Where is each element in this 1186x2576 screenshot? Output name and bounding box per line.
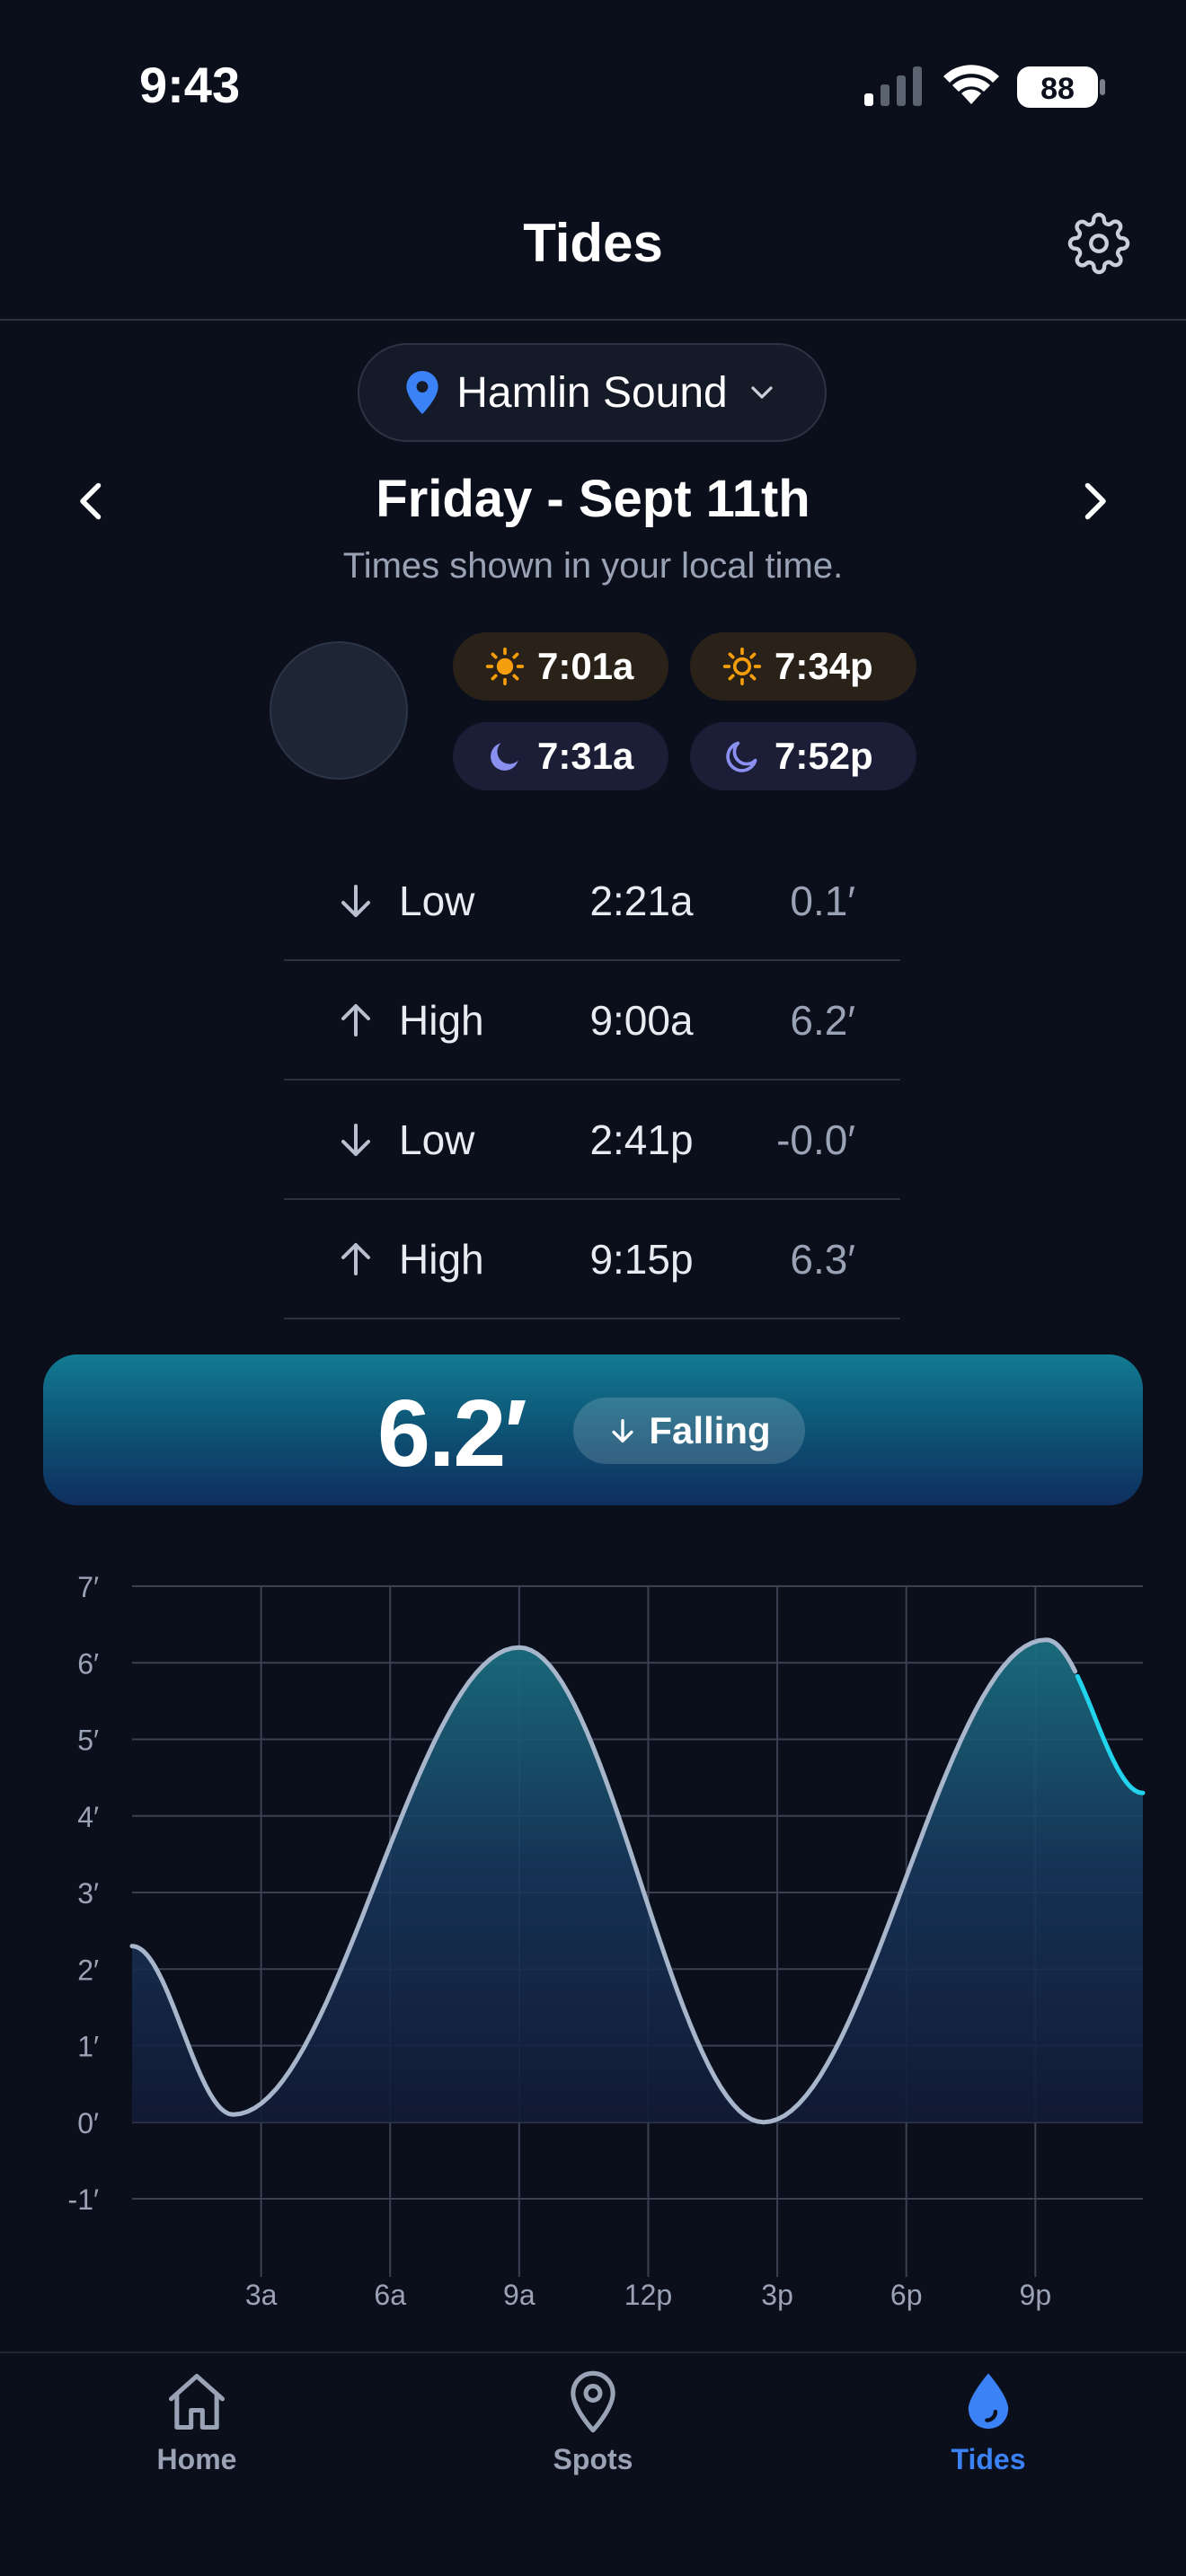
- y-tick-label: 5′: [77, 1725, 99, 1757]
- gear-icon[interactable]: [1067, 212, 1130, 275]
- tide-time: 2:41p: [589, 1116, 694, 1163]
- x-tick-label: 12p: [624, 2279, 672, 2311]
- status-icons: 88: [864, 65, 1105, 108]
- next-day-button[interactable]: [1067, 474, 1121, 528]
- map-pin-icon: [571, 2370, 615, 2433]
- tab-label: Tides: [951, 2443, 1026, 2475]
- sunset-time: 7:34p: [774, 645, 873, 687]
- chevron-down-icon: [751, 386, 773, 399]
- tide-type: Low: [399, 1116, 475, 1163]
- y-tick-label: 0′: [77, 2107, 99, 2139]
- tide-height: 0.1′: [790, 878, 855, 924]
- tide-time: 2:21a: [589, 878, 694, 924]
- y-tick-label: 3′: [77, 1877, 99, 1910]
- x-tick-label: 6p: [890, 2279, 923, 2311]
- tab-home[interactable]: Home: [89, 2368, 305, 2484]
- moonset-chip: 7:52p: [690, 722, 916, 790]
- tide-type: High: [399, 997, 484, 1044]
- tab-label: Spots: [553, 2443, 633, 2475]
- tide-trend-label: Falling: [649, 1409, 771, 1451]
- y-tick-label: -1′: [68, 2183, 99, 2216]
- tide-time: 9:15p: [589, 1236, 694, 1283]
- moonset-icon: [726, 741, 757, 772]
- tab-spots[interactable]: Spots: [485, 2368, 701, 2484]
- battery-icon: 88: [1017, 66, 1105, 108]
- tide-height: -0.0′: [776, 1116, 855, 1163]
- tide-height: 6.3′: [790, 1236, 855, 1283]
- moonset-time: 7:52p: [774, 735, 873, 777]
- x-tick-label: 9p: [1020, 2279, 1052, 2311]
- status-time: 9:43: [139, 57, 241, 113]
- sunset-chip: 7:34p: [690, 632, 916, 701]
- location-name: Hamlin Sound: [456, 368, 728, 417]
- y-tick-label: 4′: [77, 1801, 99, 1833]
- x-tick-label: 3a: [245, 2279, 278, 2311]
- tide-trend-badge: Falling: [573, 1398, 805, 1464]
- tab-tides[interactable]: Tides: [881, 2368, 1096, 2484]
- tide-type: Low: [399, 878, 475, 924]
- wifi-icon: [943, 65, 999, 104]
- tab-bar-divider: [0, 2351, 1186, 2353]
- arrow-down-icon: [341, 885, 370, 917]
- tide-row: High 9:15p 6.3′: [284, 1201, 900, 1319]
- arrow-up-icon: [341, 1243, 370, 1275]
- moonrise-chip: 7:31a: [453, 722, 668, 790]
- y-tick-label: 1′: [77, 2031, 99, 2063]
- moonrise-icon: [491, 743, 518, 771]
- signal-icon: [864, 66, 922, 106]
- sunset-icon: [722, 647, 762, 686]
- tide-row: High 9:00a 6.2′: [284, 962, 900, 1081]
- battery-level: 88: [1040, 72, 1075, 106]
- tide-chart: 7′ 6′ 5′ 4′ 3′ 2′ 1′ 0′ -1′ 3a 6a 9a 12p 3p 6p 9p: [68, 1571, 1146, 2311]
- arrow-down-icon: [612, 1418, 633, 1443]
- moonrise-time: 7:31a: [537, 735, 634, 777]
- sunrise-chip: 7:01a: [453, 632, 668, 701]
- tab-label: Home: [156, 2443, 237, 2475]
- tide-height: 6.2′: [790, 997, 855, 1044]
- house-icon: [168, 2373, 226, 2430]
- sunrise-icon: [485, 647, 525, 686]
- current-tide-height: 6.2′: [377, 1381, 527, 1486]
- tide-row: Low 2:41p -0.0′: [284, 1081, 900, 1200]
- x-tick-label: 3p: [761, 2279, 793, 2311]
- date-label: Friday - Sept 11th: [376, 470, 810, 528]
- tide-area: [132, 1639, 1143, 2122]
- moon-phase-icon: [270, 641, 408, 780]
- tide-row: Low 2:21a 0.1′: [284, 842, 900, 961]
- y-tick-label: 7′: [77, 1571, 99, 1603]
- timezone-note: Times shown in your local time.: [342, 546, 844, 586]
- arrow-up-icon: [341, 1004, 370, 1037]
- x-tick-label: 9a: [503, 2279, 535, 2311]
- header-divider: [0, 319, 1186, 321]
- tide-time: 9:00a: [589, 997, 694, 1044]
- x-tick-label: 6a: [374, 2279, 406, 2311]
- location-pin-icon: [406, 371, 438, 414]
- y-tick-label: 2′: [77, 1954, 99, 1986]
- tide-type: High: [399, 1236, 484, 1283]
- arrow-down-icon: [341, 1124, 370, 1156]
- sunrise-time: 7:01a: [537, 645, 634, 687]
- page-title: Tides: [523, 213, 663, 273]
- water-drop-icon: [968, 2373, 1009, 2430]
- y-tick-label: 6′: [77, 1647, 99, 1680]
- location-selector[interactable]: Hamlin Sound: [358, 343, 827, 442]
